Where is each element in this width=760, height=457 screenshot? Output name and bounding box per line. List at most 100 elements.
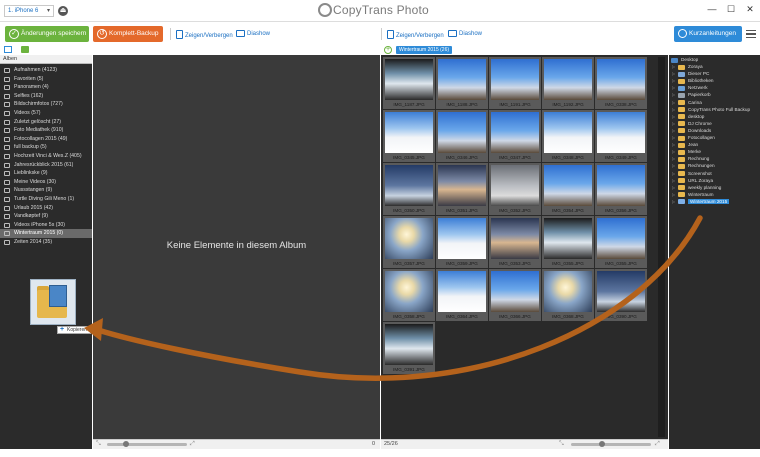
photo-thumbnail[interactable]: IMG_0357.JPG: [383, 216, 435, 268]
folder-node[interactable]: ▷ weekly planning: [671, 184, 759, 191]
folder-node[interactable]: ▷ Fotocollagen: [671, 134, 759, 141]
photo-thumbnail[interactable]: IMG_1187.JPG: [383, 57, 435, 109]
folder-node[interactable]: ▷ Dieser PC: [671, 70, 759, 77]
photo-thumbnail[interactable]: IMG_0355.JPG: [595, 216, 647, 268]
album-item[interactable]: Zeiten 2014 (35): [0, 238, 92, 247]
photo-thumbnail[interactable]: IMG_0348.JPG: [542, 110, 594, 162]
expand-arrow-icon[interactable]: ▷: [672, 91, 675, 98]
folder-node[interactable]: ▷ Wintertraum 2015: [671, 198, 759, 205]
photo-thumbnail[interactable]: IMG_0349.JPG: [595, 110, 647, 162]
expand-arrow-icon[interactable]: ▷: [672, 134, 675, 141]
expand-arrow-icon[interactable]: ▷: [672, 177, 675, 184]
folder-node[interactable]: ▷ Carina: [671, 99, 759, 106]
photo-thumbnail[interactable]: IMG_0391.JPG: [383, 322, 435, 374]
expand-arrow-icon[interactable]: ▷: [672, 84, 675, 91]
album-item[interactable]: Selfies (162): [0, 92, 92, 101]
photo-thumbnail[interactable]: IMG_0354.JPG: [542, 163, 594, 215]
folder-node[interactable]: ▷ Downloads: [671, 127, 759, 134]
add-album-icon[interactable]: [4, 46, 12, 53]
folder-node[interactable]: ▷ Rechnungen: [671, 162, 759, 169]
shrink-icon[interactable]: ⤡: [559, 441, 564, 448]
album-item[interactable]: Fotocollagen 2015 (49): [0, 135, 92, 144]
photo-thumbnail[interactable]: IMG_0338.JPG: [595, 57, 647, 109]
album-item[interactable]: Lieblinkske (9): [0, 169, 92, 178]
close-button[interactable]: ✕: [743, 3, 757, 15]
zoom-slider[interactable]: [107, 443, 187, 446]
album-item[interactable]: Videos (57): [0, 109, 92, 118]
album-item[interactable]: Panoramen (4): [0, 83, 92, 92]
album-item[interactable]: Aufnahmen (4123): [0, 66, 92, 75]
grid-zoom-knob[interactable]: [599, 441, 605, 447]
album-item[interactable]: Bildschirmfotos (727): [0, 100, 92, 109]
expand-arrow-icon[interactable]: ▷: [672, 106, 675, 113]
folder-node[interactable]: ▷ DJ Chrome: [671, 120, 759, 127]
expand-arrow-icon[interactable]: ▷: [672, 184, 675, 191]
folder-node[interactable]: ▷ Rechnung: [671, 155, 759, 162]
expand-arrow-icon[interactable]: ▷: [672, 120, 675, 127]
expand-arrow-icon[interactable]: ▷: [672, 113, 675, 120]
album-item[interactable]: Meine Videos (30): [0, 178, 92, 187]
photo-thumbnail[interactable]: IMG_0356.JPG: [595, 163, 647, 215]
photo-thumbnail[interactable]: IMG_0355.JPG: [542, 216, 594, 268]
expand-arrow-icon[interactable]: ▷: [672, 155, 675, 162]
album-item[interactable]: Jahresrückblick 2015 (61): [0, 161, 92, 170]
folder-node[interactable]: ▷ Jean: [671, 141, 759, 148]
photo-thumbnail[interactable]: IMG_0368.JPG: [542, 269, 594, 321]
folder-node[interactable]: ▷ Netzwerk: [671, 84, 759, 91]
device-selector[interactable]: 1. iPhone 6 ▾: [4, 5, 54, 17]
expand-arrow-icon[interactable]: ▷: [672, 127, 675, 134]
folder-node[interactable]: ▷ Wintertraum: [671, 191, 759, 198]
slideshow-button[interactable]: Diashow: [236, 30, 270, 37]
photo-thumbnail[interactable]: IMG_0350.JPG: [383, 163, 435, 215]
expand-icon[interactable]: ⤢: [190, 441, 195, 448]
show-hide-button[interactable]: Zeigen/Verbergen: [176, 30, 233, 39]
album-item[interactable]: Favoriten (5): [0, 75, 92, 84]
album-item[interactable]: Foto Mediathek (910): [0, 126, 92, 135]
photo-thumbnail[interactable]: IMG_1192.JPG: [542, 57, 594, 109]
folder-node[interactable]: ▷ Papierkorb: [671, 91, 759, 98]
folder-node[interactable]: ▷ Merke: [671, 148, 759, 155]
expand-arrow-icon[interactable]: ▷: [672, 77, 675, 84]
quick-guide-button[interactable]: Kurzanleitungen: [674, 26, 742, 42]
shrink-icon[interactable]: ⤡: [96, 441, 101, 448]
expand-arrow-icon[interactable]: ▷: [672, 198, 675, 205]
photo-thumbnail[interactable]: IMG_0346.JPG: [436, 110, 488, 162]
expand-arrow-icon[interactable]: ▷: [672, 162, 675, 169]
grid-scrollbar[interactable]: [658, 57, 665, 437]
expand-arrow-icon[interactable]: ▷: [672, 148, 675, 155]
album-item[interactable]: full backup (5): [0, 143, 92, 152]
folder-node[interactable]: ▷ URL Zoraya: [671, 177, 759, 184]
photo-thumbnail[interactable]: IMG_0358.JPG: [383, 269, 435, 321]
expand-arrow-icon[interactable]: ▷: [672, 170, 675, 177]
photo-thumbnail[interactable]: IMG_0353.JPG: [489, 216, 541, 268]
album-item[interactable]: Videos iPhone 5s (30): [0, 221, 92, 230]
expand-arrow-icon[interactable]: ▷: [672, 141, 675, 148]
album-item[interactable]: Wintertraum 2015 (0): [0, 229, 92, 238]
menu-icon[interactable]: [746, 30, 756, 38]
album-item[interactable]: Nussstangen (9): [0, 186, 92, 195]
full-backup-button[interactable]: ↺ Komplett-Backup: [93, 26, 163, 42]
photo-thumbnail[interactable]: IMG_0366.JPG: [489, 269, 541, 321]
album-item[interactable]: Turtle Diving Gili Meno (1): [0, 195, 92, 204]
expand-arrow-icon[interactable]: ▷: [672, 70, 675, 77]
folder-node[interactable]: ▷ desktop: [671, 113, 759, 120]
zoom-slider-knob[interactable]: [123, 441, 129, 447]
slideshow-button-right[interactable]: Diashow: [448, 30, 482, 37]
expand-arrow-icon[interactable]: ▷: [672, 99, 675, 106]
expand-arrow-icon[interactable]: ▷: [672, 191, 675, 198]
save-changes-button[interactable]: ✓ Änderungen speichern: [5, 26, 89, 42]
photo-thumbnail[interactable]: IMG_0390.JPG: [595, 269, 647, 321]
photo-thumbnail[interactable]: IMG_1188.JPG: [436, 57, 488, 109]
album-item[interactable]: Vandkøptef (9): [0, 212, 92, 221]
folder-node[interactable]: Desktop: [671, 56, 759, 63]
folder-node[interactable]: ▷ Screenshot: [671, 170, 759, 177]
eject-icon[interactable]: ⏏: [58, 6, 68, 16]
album-item[interactable]: Hochzeit Vinci & Wes.Z (405): [0, 152, 92, 161]
photo-thumbnail[interactable]: IMG_0359.JPG: [436, 216, 488, 268]
new-folder-icon[interactable]: [21, 46, 29, 53]
album-item[interactable]: Zuletzt gelöscht (27): [0, 118, 92, 127]
expand-arrow-icon[interactable]: ▷: [672, 63, 675, 70]
photo-thumbnail[interactable]: IMG_0352.JPG: [489, 163, 541, 215]
maximize-button[interactable]: ☐: [724, 3, 738, 15]
folder-node[interactable]: ▷ Bibliotheken: [671, 77, 759, 84]
